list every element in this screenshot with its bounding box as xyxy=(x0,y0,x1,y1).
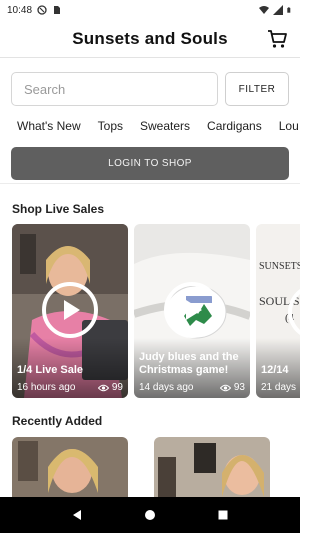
tab-tops[interactable]: Tops xyxy=(98,119,123,133)
recent-item-thumbnail xyxy=(154,437,270,497)
view-count: 93 xyxy=(219,382,245,393)
eye-icon xyxy=(97,384,109,391)
card-caption: Judy blues and the Christmas game! xyxy=(139,351,239,376)
status-right xyxy=(259,5,293,15)
home-icon[interactable] xyxy=(144,509,156,521)
status-bar: 10:48 xyxy=(0,0,300,20)
login-to-shop-button[interactable]: LOGIN TO SHOP xyxy=(11,147,289,180)
play-button[interactable] xyxy=(164,282,220,338)
tab-cardigans[interactable]: Cardigans xyxy=(207,119,262,133)
section-divider xyxy=(0,183,300,184)
shopping-cart-icon[interactable] xyxy=(266,28,288,50)
recent-item-card[interactable] xyxy=(12,437,128,497)
app-title: Sunsets and Souls xyxy=(72,28,228,48)
card-age: 16 hours ago xyxy=(17,382,76,393)
category-tabs: What's New Tops Sweaters Cardigans Lou xyxy=(0,114,300,138)
filter-button[interactable]: FILTER xyxy=(225,72,289,106)
cell-signal-icon xyxy=(273,5,283,15)
card-age: 21 days xyxy=(261,382,297,393)
tab-lounge[interactable]: Lou xyxy=(279,119,299,133)
recents-icon[interactable] xyxy=(217,509,229,521)
play-icon xyxy=(64,300,80,320)
sim-card-icon xyxy=(54,6,61,14)
card-meta: 16 hours ago 99 xyxy=(17,382,123,393)
live-sale-card[interactable]: Judy blues and the Christmas game! 14 da… xyxy=(134,224,250,398)
view-count: 99 xyxy=(97,382,123,393)
system-nav-bar xyxy=(0,497,300,533)
recently-added-title: Recently Added xyxy=(12,414,103,428)
tab-sweaters[interactable]: Sweaters xyxy=(140,119,190,133)
search-input[interactable] xyxy=(24,81,217,97)
poster-line: SUNSETS xyxy=(259,261,300,272)
app-header: Sunsets and Souls xyxy=(0,20,300,58)
search-box xyxy=(11,72,218,106)
card-meta: 21 days xyxy=(261,382,300,393)
card-caption: 12/14 xyxy=(261,364,289,376)
status-left: 10:48 xyxy=(7,5,62,16)
eye-icon xyxy=(219,384,231,391)
tab-whats-new[interactable]: What's New xyxy=(17,119,81,133)
live-sale-card[interactable]: SUNSETS SOUL S (4 12/14 21 days xyxy=(256,224,300,398)
search-row: FILTER xyxy=(11,72,289,106)
recent-item-card[interactable] xyxy=(154,437,270,497)
card-meta: 14 days ago 93 xyxy=(139,382,245,393)
wifi-icon xyxy=(259,6,269,14)
live-sale-card[interactable]: 1/4 Live Sale 16 hours ago 99 xyxy=(12,224,128,398)
status-time: 10:48 xyxy=(7,4,33,16)
view-count-value: 99 xyxy=(111,382,123,393)
battery-icon xyxy=(287,7,291,13)
back-icon[interactable] xyxy=(71,509,83,521)
play-button[interactable] xyxy=(42,282,98,338)
recent-item-thumbnail xyxy=(12,437,128,497)
card-age: 14 days ago xyxy=(139,382,194,393)
card-caption: 1/4 Live Sale xyxy=(17,364,84,376)
live-sales-title: Shop Live Sales xyxy=(12,202,105,216)
play-icon xyxy=(186,300,202,320)
notification-icon xyxy=(37,5,47,15)
view-count-value: 93 xyxy=(233,382,245,393)
